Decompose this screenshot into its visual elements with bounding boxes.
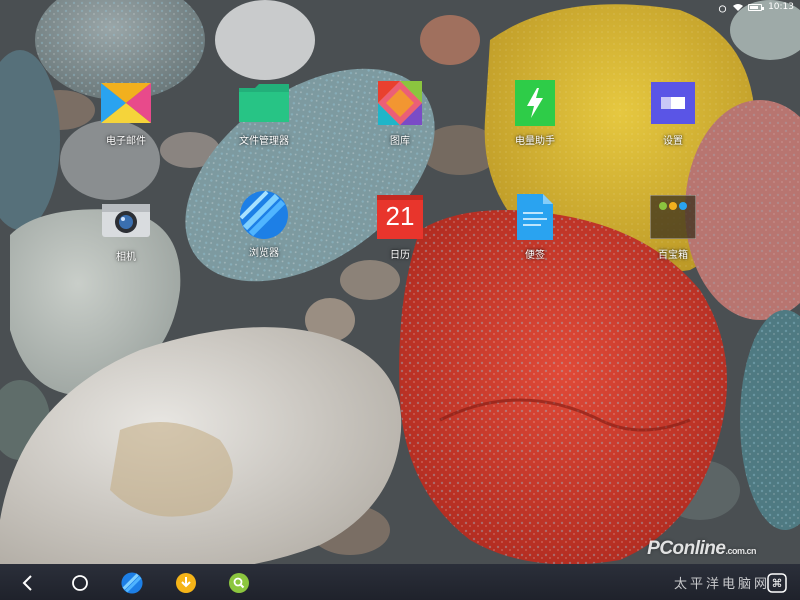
- app-battery-assistant[interactable]: 电量助手: [490, 80, 580, 150]
- app-label: 图库: [390, 136, 410, 147]
- download-icon[interactable]: [175, 572, 197, 594]
- app-label: 百宝箱: [658, 250, 688, 261]
- app-notes[interactable]: 便签: [490, 194, 580, 264]
- battery-icon: [748, 3, 765, 11]
- app-label: 电量助手: [515, 136, 555, 147]
- menu-icon[interactable]: ⌘: [766, 572, 788, 594]
- notes-icon: [510, 194, 560, 240]
- search-icon[interactable]: [228, 572, 250, 594]
- folder-icon: [239, 80, 289, 126]
- app-camera[interactable]: 相机: [81, 196, 171, 266]
- app-label: 便签: [525, 250, 545, 261]
- back-icon[interactable]: [16, 572, 38, 594]
- app-settings[interactable]: 设置: [628, 80, 718, 150]
- alarm-icon: [718, 4, 727, 13]
- wifi-icon: [733, 3, 744, 11]
- settings-icon: [648, 80, 698, 126]
- svg-text:⌘: ⌘: [772, 577, 783, 590]
- app-calendar[interactable]: 21 日历: [355, 194, 445, 264]
- toolbox-folder-icon: [648, 194, 698, 240]
- app-files[interactable]: 文件管理器: [219, 80, 309, 150]
- browser-icon: [239, 190, 289, 239]
- app-label: 设置: [663, 136, 683, 147]
- home-icon[interactable]: [69, 572, 91, 594]
- status-bar: 10:13: [0, 0, 800, 14]
- email-icon: [101, 80, 151, 126]
- app-browser[interactable]: 浏览器: [219, 190, 309, 262]
- dock: 太平洋电脑网 ⌘: [0, 564, 800, 600]
- app-email[interactable]: 电子邮件: [81, 80, 171, 150]
- watermark-sub: 太平洋电脑网: [673, 577, 770, 592]
- gallery-icon: [375, 80, 425, 126]
- camera-icon: [101, 196, 151, 242]
- battery-assistant-icon: [510, 80, 560, 126]
- app-label: 浏览器: [249, 248, 279, 259]
- app-label: 电子邮件: [106, 136, 146, 147]
- app-gallery[interactable]: 图库: [355, 80, 445, 150]
- app-label: 相机: [116, 252, 136, 263]
- status-time: 10:13: [768, 2, 794, 12]
- app-label: 日历: [390, 250, 410, 261]
- calendar-date: 21: [385, 201, 415, 231]
- app-toolbox-folder[interactable]: 百宝箱: [628, 194, 718, 264]
- browser-icon[interactable]: [121, 572, 143, 594]
- app-label: 文件管理器: [239, 136, 289, 147]
- calendar-icon: 21: [375, 194, 425, 240]
- watermark-brand: PConline.com.cn: [647, 538, 756, 559]
